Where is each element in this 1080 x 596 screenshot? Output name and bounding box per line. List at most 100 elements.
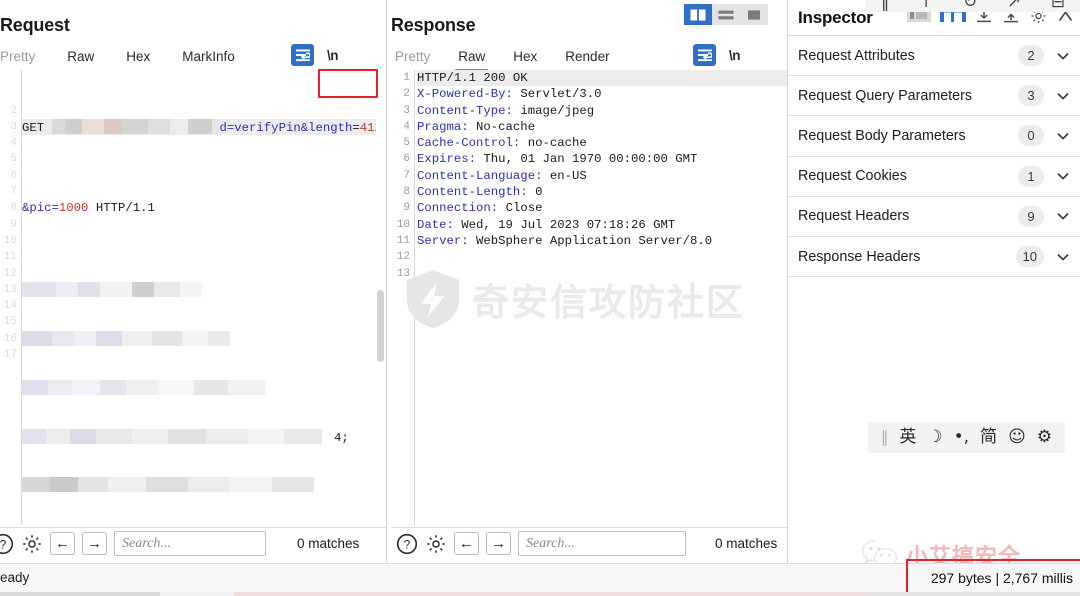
tab-response-render[interactable]: Render	[565, 45, 609, 71]
chevron-down-icon[interactable]	[1056, 169, 1070, 183]
tab-request-raw[interactable]: Raw	[67, 45, 94, 71]
word-wrap-icon[interactable]	[693, 44, 716, 66]
ime-language-english[interactable]: 英	[899, 429, 916, 446]
response-tabs[interactable]: Pretty Raw Hex Render	[395, 45, 685, 71]
inspector-panel: Inspector Request Attributes 2 Request Q…	[788, 0, 1080, 563]
response-header-row	[417, 249, 787, 265]
request-line-1: GET d=verifyPin&length=41239	[22, 118, 376, 136]
request-search-input[interactable]	[114, 531, 266, 556]
response-header-row: Date: Wed, 19 Jul 2023 07:18:26 GMT	[417, 217, 787, 233]
inspector-section-count: 9	[1018, 205, 1044, 227]
help-circle-icon[interactable]: ?	[396, 533, 418, 555]
split-horizontal-icon[interactable]	[712, 4, 740, 25]
hamburger-menu-icon[interactable]	[351, 49, 368, 60]
request-divider	[0, 527, 386, 528]
chevron-down-icon[interactable]	[1056, 250, 1070, 264]
request-search-toolbar: ? ← → 0 matches	[0, 531, 359, 556]
top-cut-toolbar[interactable]: ‖ ↑ ↻ ↗ ⊟	[866, 0, 1080, 12]
word-wrap-icon[interactable]	[291, 44, 314, 66]
response-header-value: Servlet/3.0	[512, 87, 602, 102]
response-header-value: Thu, 01 Jan 1970 00:00:00 GMT	[476, 152, 698, 167]
split-vertical-icon[interactable]	[684, 4, 712, 25]
response-header-row: Cache-Control: no-cache	[417, 135, 787, 151]
tab-response-pretty[interactable]: Pretty	[395, 45, 430, 71]
layout-toggle-group[interactable]	[684, 4, 768, 25]
top-cut-icon-1[interactable]: ↑	[919, 0, 933, 11]
search-next-button[interactable]: →	[486, 532, 511, 555]
response-header-value: no-cache	[520, 136, 587, 151]
bottom-seg-3	[234, 592, 866, 596]
response-line-number: 4	[403, 120, 410, 133]
request-param-value: 4123	[359, 120, 376, 135]
inspector-section-row[interactable]: Request Headers 9	[788, 196, 1080, 237]
newline-toggle[interactable]: \n	[729, 48, 741, 63]
ime-punctuation-icon[interactable]: •,	[954, 429, 969, 446]
chevron-down-icon[interactable]	[1056, 209, 1070, 223]
inspector-section-row[interactable]: Request Body Parameters 0	[788, 116, 1080, 157]
tab-request-pretty[interactable]: Pretty	[0, 45, 35, 71]
bottom-seg-1	[0, 592, 160, 596]
chevron-down-icon[interactable]	[1056, 49, 1070, 63]
tab-response-hex[interactable]: Hex	[513, 45, 537, 71]
tab-response-raw[interactable]: Raw	[455, 45, 489, 71]
request-scrollbar-thumb[interactable]	[377, 290, 384, 362]
request-panel: Request Pretty Raw Hex MarkInfo \n 2 3 4…	[0, 0, 386, 563]
ime-toolbar[interactable]: ‖ 英 ☽ •, 简 ☺ ⚙	[868, 422, 1065, 453]
tab-request-markinfo[interactable]: MarkInfo	[182, 45, 235, 71]
response-header-value: image/jpeg	[512, 103, 595, 118]
response-line-number: 13	[396, 267, 410, 280]
request-http-version: HTTP/1.1	[88, 201, 155, 216]
panel-divider-1[interactable]	[386, 0, 387, 563]
top-cut-icon-4[interactable]: ⊟	[1051, 0, 1065, 11]
inspector-title: Inspector	[798, 7, 873, 27]
top-cut-icon-0[interactable]: ‖	[881, 0, 890, 11]
ime-moon-icon[interactable]: ☽	[927, 429, 942, 446]
response-panel-title: Response	[391, 15, 476, 35]
hamburger-menu-icon[interactable]	[753, 49, 770, 60]
request-line-1-cont: &pic=1000 HTTP/1.1	[22, 200, 376, 216]
chevron-down-icon[interactable]	[1056, 129, 1070, 143]
search-next-button[interactable]: →	[82, 532, 107, 555]
response-header-row: Expires: Thu, 01 Jan 1970 00:00:00 GMT	[417, 151, 787, 167]
ime-emoji-icon[interactable]: ☺	[1008, 429, 1026, 446]
inspector-section-count: 1	[1018, 165, 1044, 187]
response-header-row: Content-Length: 0	[417, 184, 787, 200]
response-header-value: en-US	[542, 168, 587, 183]
inspector-section-row[interactable]: Request Query Parameters 3	[788, 76, 1080, 117]
gear-icon[interactable]	[425, 533, 447, 555]
response-line-number: 8	[403, 186, 410, 199]
response-line-number: 1	[403, 72, 410, 84]
response-header-row: Content-Type: image/jpeg	[417, 103, 787, 119]
ime-settings-icon[interactable]: ⚙	[1037, 429, 1052, 446]
response-header-lines[interactable]: HTTP/1.1 200 OK X-Powered-By: Servlet/3.0…	[417, 70, 787, 282]
top-cut-icon-3[interactable]: ↗	[1007, 0, 1021, 11]
tab-request-hex[interactable]: Hex	[126, 45, 150, 71]
response-header-row: HTTP/1.1 200 OK	[417, 70, 787, 87]
request-code-lines[interactable]: GET d=verifyPin&length=41239 &pic=1000 H…	[22, 70, 376, 525]
response-code-view[interactable]: 1 2 3 4 5 6 7 8 9 10 11 12 13 HTTP/1.1 200 OK X-Power…	[391, 70, 787, 525]
chevron-down-icon[interactable]	[1056, 89, 1070, 103]
newline-toggle[interactable]: \n	[327, 48, 339, 63]
search-prev-button[interactable]: ←	[50, 532, 75, 555]
search-prev-button[interactable]: ←	[454, 532, 479, 555]
single-pane-icon[interactable]	[740, 4, 768, 25]
response-search-input[interactable]	[518, 531, 686, 556]
response-header-value: Wed, 19 Jul 2023 07:18:26 GMT	[453, 217, 676, 232]
gear-icon[interactable]	[21, 533, 43, 555]
inspector-section-row[interactable]: Response Headers 10	[788, 236, 1080, 278]
bottom-seg-4	[866, 592, 1080, 596]
request-tabs[interactable]: Pretty Raw Hex MarkInfo	[0, 45, 280, 71]
response-header-key: Cache-Control:	[417, 136, 521, 151]
response-header-key: Content-Type:	[417, 103, 513, 118]
inspector-section-row[interactable]: Request Cookies 1	[788, 156, 1080, 197]
help-circle-icon[interactable]: ?	[0, 533, 14, 555]
inspector-section-count: 10	[1015, 246, 1044, 268]
response-header-key: Connection:	[417, 201, 499, 216]
inspector-section-row[interactable]: Request Attributes 2	[788, 36, 1080, 77]
ime-simplified-chinese[interactable]: 简	[980, 429, 997, 446]
top-cut-icon-2[interactable]: ↻	[963, 0, 977, 11]
bottom-seg-2	[160, 592, 234, 596]
response-header-row: Connection: Close	[417, 200, 787, 216]
response-header-key: Pragma:	[417, 119, 469, 134]
request-code-view[interactable]: 1 2 3 4 5 6 7 8 9 10 11 12 13 14 15 16 1…	[0, 70, 376, 525]
